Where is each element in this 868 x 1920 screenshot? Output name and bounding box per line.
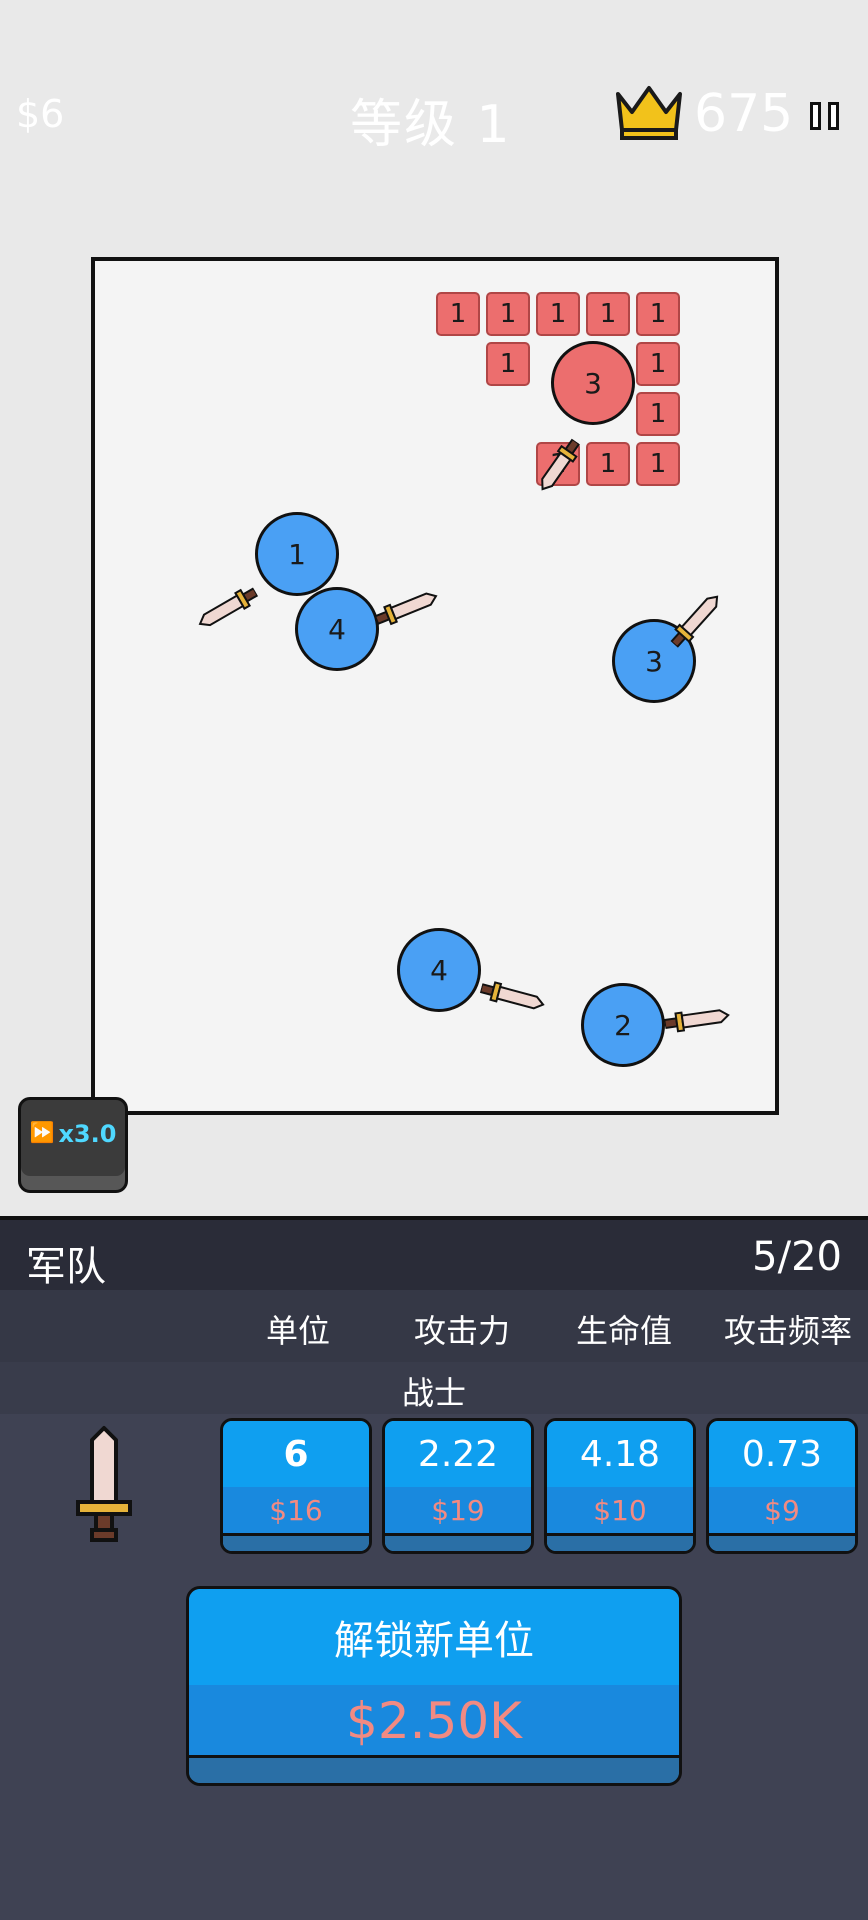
battle-arena: 1 1 1 1 1 1 1 1 1 1 1 1 3 1 4 3 4 2 [91, 257, 779, 1115]
header-attack-rate: 攻击频率 [723, 1312, 852, 1350]
attack-cost: $19 [385, 1487, 531, 1533]
army-header: 军队 5/20 [0, 1216, 868, 1290]
player-unit: 1 [255, 512, 339, 596]
crown-count: 675 [694, 84, 794, 144]
enemy-brick: 1 [636, 392, 680, 436]
enemy-brick: 1 [486, 342, 530, 386]
attack-value: 2.22 [385, 1421, 531, 1487]
crown-icon [616, 86, 682, 140]
unit-name-row: 战士 [0, 1362, 868, 1414]
health-value: 4.18 [547, 1421, 693, 1487]
pause-icon [810, 102, 821, 130]
enemy-brick: 1 [586, 292, 630, 336]
army-title: 军队 [26, 1244, 106, 1290]
header-attack: 攻击力 [413, 1312, 510, 1350]
enemy-brick: 1 [636, 442, 680, 486]
header-unit: 单位 [265, 1312, 330, 1350]
enemy-brick: 1 [436, 292, 480, 336]
player-sword [666, 578, 737, 654]
unit-name: 战士 [401, 1374, 466, 1412]
unlock-label: 解锁新单位 [189, 1589, 679, 1685]
enemy-unit: 3 [551, 341, 635, 425]
health-cost: $10 [547, 1487, 693, 1533]
stats-header-row: 单位 攻击力 生命值 攻击频率 [0, 1290, 868, 1362]
player-sword [373, 580, 456, 632]
header-health: 生命值 [575, 1312, 672, 1350]
player-unit: 2 [581, 983, 665, 1067]
player-unit: 4 [295, 587, 379, 671]
speed-label: x3.0 [58, 1120, 117, 1148]
enemy-brick: 1 [636, 292, 680, 336]
enemy-brick: 1 [536, 292, 580, 336]
sword-icon [76, 1426, 132, 1542]
army-count: 5/20 [752, 1234, 842, 1280]
speed-button[interactable]: ⏩ x3.0 [18, 1097, 128, 1193]
unit-count-value: 6 [223, 1421, 369, 1487]
unlock-cost: $2.50K [189, 1685, 679, 1757]
enemy-brick: 1 [636, 342, 680, 386]
enemy-brick: 1 [486, 292, 530, 336]
unit-count-cost: $16 [223, 1487, 369, 1533]
upgrade-health-button[interactable]: 4.18 $10 [544, 1418, 696, 1554]
level-title: 等级 1 [350, 95, 512, 155]
player-sword [663, 1002, 746, 1037]
enemy-brick: 1 [586, 442, 630, 486]
attack-rate-cost: $9 [709, 1487, 855, 1533]
army-panel: 军队 5/20 单位 攻击力 生命值 攻击频率 战士 6 $16 2.22 $1… [0, 1216, 868, 1920]
money-display: $6 [16, 92, 65, 136]
upgrade-unit-button[interactable]: 6 $16 [220, 1418, 372, 1554]
unlock-new-unit-button[interactable]: 解锁新单位 $2.50K [186, 1586, 682, 1786]
player-sword [180, 581, 261, 642]
attack-rate-value: 0.73 [709, 1421, 855, 1487]
pause-button[interactable] [810, 102, 846, 134]
player-unit: 4 [397, 928, 481, 1012]
upgrade-attack-button[interactable]: 2.22 $19 [382, 1418, 534, 1554]
upgrade-attack-rate-button[interactable]: 0.73 $9 [706, 1418, 858, 1554]
player-sword [478, 977, 561, 1021]
fast-forward-icon: ⏩ [29, 1120, 55, 1144]
